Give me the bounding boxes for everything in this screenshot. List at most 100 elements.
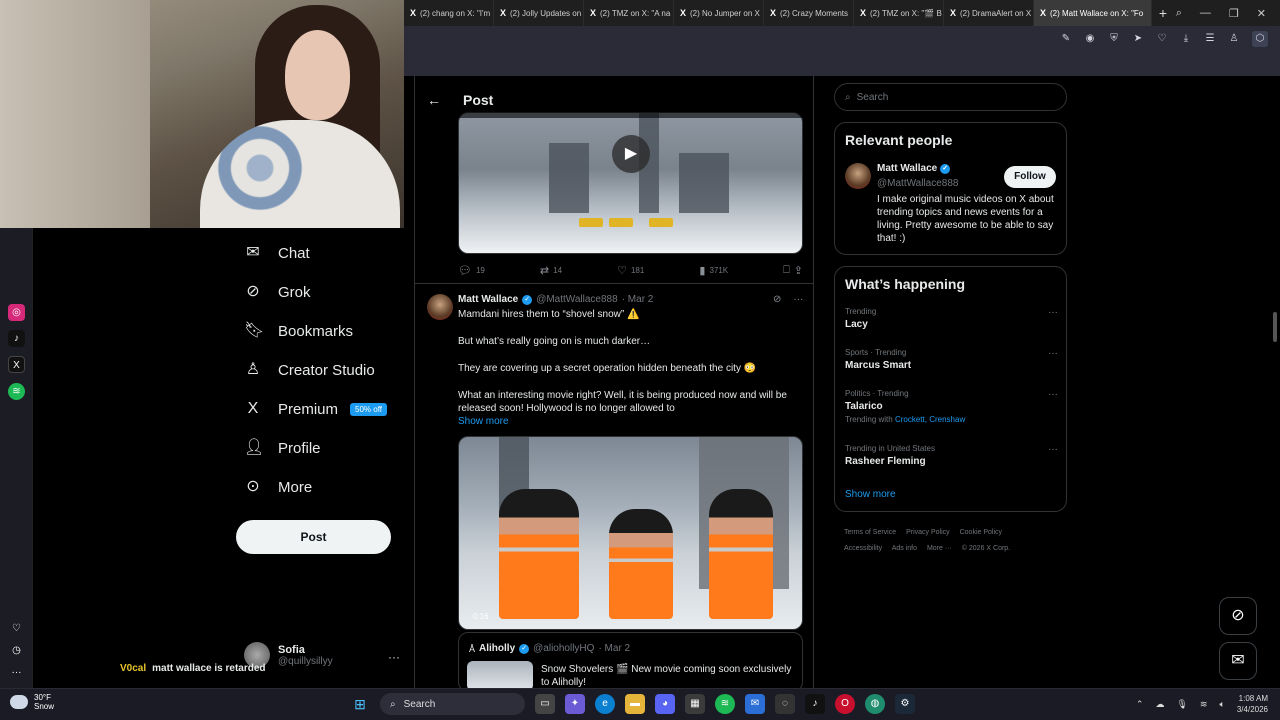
views-button[interactable]: ▮ 371K (699, 264, 728, 277)
instagram-icon[interactable]: ◎ (8, 304, 25, 321)
footer-link[interactable]: Ads info (892, 545, 917, 552)
folder-icon[interactable]: ▬ (625, 694, 645, 714)
heart-icon[interactable]: ♡ (8, 620, 25, 637)
browser-tab[interactable]: X (2) No Jumper on X (674, 0, 764, 26)
mail-icon[interactable]: ✉ (745, 694, 765, 714)
history-icon[interactable]: ◷ (8, 642, 25, 659)
footer-link[interactable]: Accessibility (844, 545, 882, 552)
send-icon[interactable]: ➤ (1132, 33, 1144, 45)
spotify-icon[interactable]: ≋ (8, 383, 25, 400)
nav-item-bookmarks[interactable]: 🔖︎ Bookmarks (244, 322, 353, 340)
globe-icon[interactable]: ◍ (865, 694, 885, 714)
taskbar-search[interactable]: ⌕ Search (380, 693, 525, 715)
footer-link[interactable]: More ··· (927, 545, 952, 552)
trend-item[interactable]: Trending in United States Rasheer Flemin… (845, 444, 1058, 467)
search-tabs-icon[interactable]: ⌕ (1176, 7, 1182, 20)
shield-icon[interactable]: ⛨ (1108, 33, 1120, 45)
more-icon[interactable]: ··· (1048, 307, 1058, 318)
minimize-icon[interactable]: — (1200, 7, 1211, 20)
bookmark-icon[interactable]: ⎕ (783, 264, 790, 277)
browser-tab[interactable]: X (2) DramaAlert on X (944, 0, 1034, 26)
trend-related-link[interactable]: Crockett, Crenshaw (895, 415, 965, 424)
nav-item-grok[interactable]: ⊘ Grok (244, 283, 310, 301)
camera-icon[interactable]: ◉ (1084, 33, 1096, 45)
browser-tab[interactable]: X (2) Jolly Updates on (494, 0, 584, 26)
spotify-icon[interactable]: ≋ (715, 694, 735, 714)
menu-icon[interactable]: ☰ (1204, 33, 1216, 45)
reply-button[interactable]: 💬︎ 19 (458, 264, 485, 277)
nav-item-profile[interactable]: 👤︎ Profile (244, 439, 321, 457)
browser-tab[interactable]: X (2) chang on X: "I'm (404, 0, 494, 26)
trend-item[interactable]: Politics · Trending Talarico Trending wi… (845, 389, 1058, 424)
wifi-icon[interactable]: ≋ (1200, 699, 1208, 710)
share-icon[interactable]: ⇪ (794, 264, 803, 277)
browser-tab[interactable]: X (2) TMZ on X: "A na (584, 0, 674, 26)
tweet-date[interactable]: · Mar 2 (622, 294, 654, 305)
opera-icon[interactable]: O (835, 694, 855, 714)
post-button[interactable]: Post (236, 520, 391, 554)
copilot-icon[interactable]: ✦ (565, 694, 585, 714)
close-icon[interactable]: ✕ (1257, 7, 1266, 20)
more-icon[interactable]: ··· (388, 650, 400, 664)
volume-icon[interactable]: 🔈︎ (1219, 699, 1224, 710)
edge-icon[interactable]: e (595, 694, 615, 714)
browser-tab[interactable]: X (2) TMZ on X: "🎬 B (854, 0, 944, 26)
x-icon[interactable]: X (8, 356, 25, 373)
more-icon[interactable]: ··· (1048, 444, 1058, 455)
microphone-icon[interactable]: 🎙︎ (1176, 699, 1187, 710)
maximize-icon[interactable]: ❐ (1229, 7, 1239, 20)
app-icon[interactable]: ◌ (775, 694, 795, 714)
video-thumbnail[interactable]: ▶ (458, 112, 803, 254)
store-icon[interactable]: ▦ (685, 694, 705, 714)
person-name[interactable]: Matt Wallace ✓ (877, 163, 951, 174)
author-handle[interactable]: @MattWallace888 (536, 294, 617, 305)
task-view-icon[interactable]: ▭ (535, 694, 555, 714)
show-more-link[interactable]: Show more (845, 489, 896, 500)
search-input[interactable]: ⌕ Search (834, 83, 1067, 111)
scrollbar[interactable] (1273, 312, 1277, 342)
browser-tab-active[interactable]: X (2) Matt Wallace on X: "Fo (1034, 0, 1152, 26)
nav-item-creator-studio[interactable]: ♙ Creator Studio (244, 361, 375, 379)
grok-float-button[interactable]: ⊘ (1219, 597, 1257, 635)
tiktok-icon[interactable]: ♪ (805, 694, 825, 714)
more-icon[interactable]: ··· (1048, 389, 1058, 400)
trend-item[interactable]: Sports · Trending Marcus Smart ··· (845, 348, 1058, 371)
nav-item-premium[interactable]: X Premium 50% off (244, 400, 387, 418)
footer-link[interactable]: Terms of Service (844, 529, 896, 536)
more-icon[interactable]: ··· (793, 294, 803, 305)
heart-icon[interactable]: ♡ (1156, 33, 1168, 45)
footer-link[interactable]: Privacy Policy (906, 529, 950, 536)
tweet-video[interactable]: 0:16 (458, 436, 803, 630)
profile-icon[interactable]: ♙ (1228, 33, 1240, 45)
weather-widget[interactable]: 30°F Snow (10, 693, 54, 711)
back-arrow-icon[interactable]: ← (427, 92, 441, 108)
repost-button[interactable]: ⇄ 14 (540, 264, 562, 277)
quoted-tweet[interactable]: Å Aliholly ✓ @aliohollyHQ · Mar 2 Snow S… (458, 632, 803, 688)
tiktok-icon[interactable]: ♪ (8, 330, 25, 347)
discord-icon[interactable]: ◕ (655, 694, 675, 714)
extension-icon[interactable]: ⬡ (1252, 31, 1268, 47)
avatar[interactable] (845, 163, 871, 189)
avatar[interactable] (427, 294, 453, 320)
new-tab-button[interactable]: + (1152, 5, 1174, 21)
footer-link[interactable]: Cookie Policy (960, 529, 1002, 536)
nav-item-chat[interactable]: ✉ Chat (244, 244, 309, 262)
like-button[interactable]: ♡ 181 (617, 264, 644, 277)
trend-item[interactable]: Trending Lacy ··· (845, 307, 1058, 330)
cloud-icon[interactable]: ☁ (1155, 699, 1164, 710)
chevron-up-icon[interactable]: ⌃ (1136, 699, 1144, 710)
play-icon[interactable]: ▶ (612, 135, 650, 173)
messages-float-button[interactable]: ✉ (1219, 642, 1257, 680)
edit-icon[interactable]: ✎ (1060, 33, 1072, 45)
show-more-link[interactable]: Show more (458, 416, 509, 427)
download-icon[interactable]: ⤓ (1180, 33, 1192, 45)
clock[interactable]: 1:08 AM 3/4/2026 (1237, 693, 1268, 715)
windows-start-icon[interactable]: ⊞ (350, 694, 370, 714)
follow-button[interactable]: Follow (1004, 166, 1056, 188)
author-name[interactable]: Matt Wallace (458, 294, 518, 305)
browser-tab[interactable]: X (2) Crazy Moments (764, 0, 854, 26)
more-icon[interactable]: ··· (8, 664, 25, 681)
steam-icon[interactable]: ⚙ (895, 694, 915, 714)
nav-item-more[interactable]: ⊙ More (244, 478, 312, 496)
more-icon[interactable]: ··· (1048, 348, 1058, 359)
